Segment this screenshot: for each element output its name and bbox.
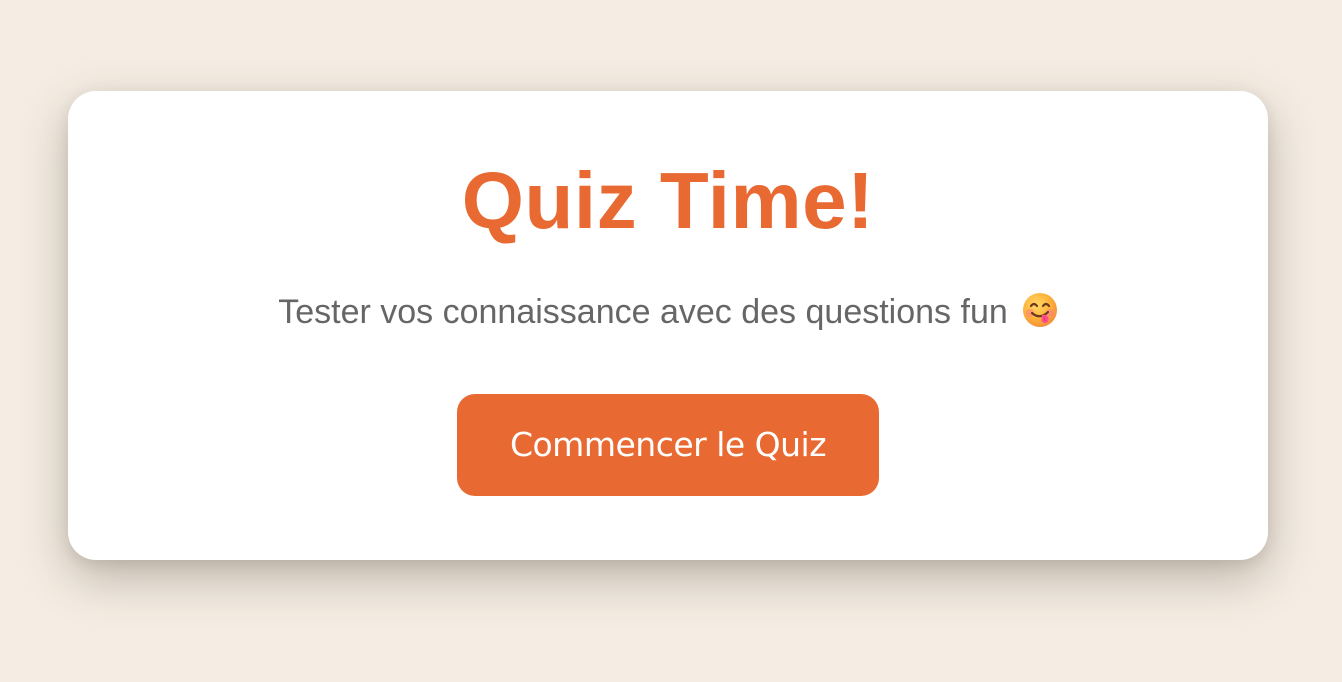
start-quiz-button[interactable]: Commencer le Quiz: [457, 394, 879, 496]
quiz-intro-card: Quiz Time! Tester vos connaissance avec …: [68, 91, 1268, 560]
quiz-subtitle: Tester vos connaissance avec des questio…: [68, 291, 1268, 333]
subtitle-text: Tester vos connaissance avec des questio…: [278, 293, 1008, 331]
page-title: Quiz Time!: [461, 156, 875, 245]
face-savoring-food-icon: [1022, 292, 1058, 328]
